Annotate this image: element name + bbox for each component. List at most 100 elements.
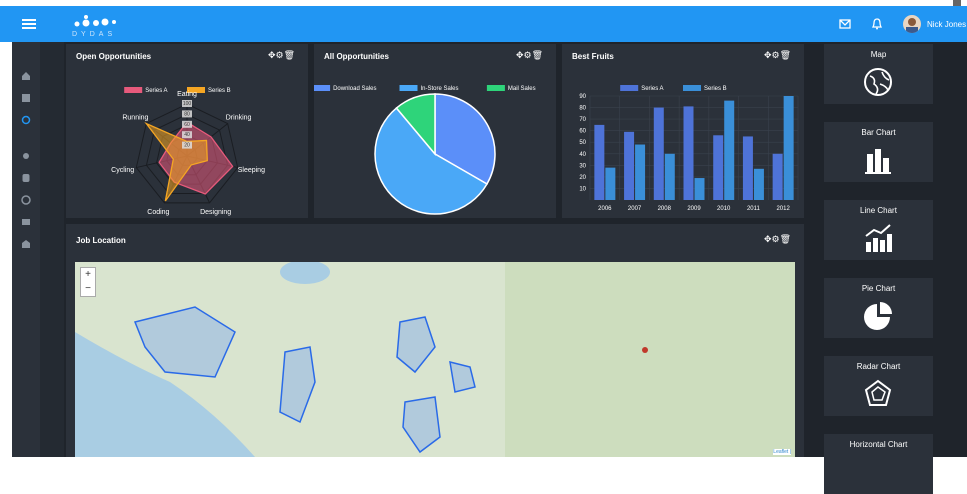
bar [683,106,694,200]
top-bar: DYDAS Nick Jones [0,6,967,42]
all-opportunities-panel: All Opportunities ✥⚙🗑 Download Sales In-S… [314,44,556,218]
avatar[interactable] [903,15,921,33]
bar [742,136,753,200]
line-chart-icon [865,224,892,252]
corner-icon [953,0,961,6]
bar [694,178,705,200]
radar-category-label: Running [122,114,148,121]
x-tick-label: 2008 [658,206,672,212]
database-icon[interactable] [20,172,32,184]
chart-palette: Map Bar Chart Line Chart Pie Chart Radar… [808,42,967,494]
legend-label: Series B [208,88,231,94]
card-horizontal-chart[interactable]: Horizontal Chart [824,434,933,494]
legend-swatch [683,85,701,91]
radar-tick-label: 60 [184,122,190,128]
legend-label: In-Store Sales [421,86,459,92]
card-map[interactable]: Map [824,44,933,104]
radar-category-label: Designing [200,209,231,216]
grid-icon[interactable] [20,92,32,104]
panel-title: Job Location [76,236,126,245]
y-tick-label: 10 [579,186,586,192]
radar-tick-label: 80 [184,111,190,117]
card-radar-chart[interactable]: Radar Chart [824,356,933,416]
legend-label: Series A [145,88,167,94]
x-tick-label: 2010 [717,206,731,212]
legend-label: Series A [641,86,663,92]
pie-chart: Download Sales In-Store Sales Mail Sales [314,85,536,215]
list-icon[interactable] [20,216,32,228]
bar [664,153,675,200]
radar-category-label: Drinking [226,114,252,121]
zoom-control: + − [80,267,96,297]
y-tick-label: 80 [579,106,586,112]
y-tick-label: 20 [579,175,586,181]
bar [605,167,616,200]
bar-chart: Series A Series B 10 20 30 40 50 60 70 80 90 2006 20… [579,85,799,212]
bar [635,144,646,200]
bell-icon[interactable] [870,17,884,31]
card-label: Pie Chart [861,284,896,293]
legend-label: Mail Sales [508,86,536,92]
x-tick-label: 2011 [747,206,761,212]
bar [713,135,724,200]
bar [653,107,664,200]
dashboard: Open Opportunities ✥⚙🗑 Series A Series BE… [64,42,808,457]
radar-chart: Series A Series B Eating Drinking Sleeping De… [111,87,265,216]
radar-tick-label: 100 [183,101,192,107]
map-terrain [75,262,795,457]
card-bar-chart[interactable]: Bar Chart [824,122,933,182]
x-tick-label: 2007 [628,206,642,212]
globe-icon [864,68,892,96]
y-tick-label: 50 [579,140,586,146]
open-opportunities-panel: Open Opportunities ✥⚙🗑 Series A Series BE… [66,44,308,218]
x-tick-label: 2006 [598,206,612,212]
user-name[interactable]: Nick Jones [927,20,966,29]
globe-nav-icon[interactable] [20,114,32,126]
x-tick-label: 2012 [776,206,790,212]
bar [594,124,605,200]
map-attribution[interactable]: Leaflet | [773,449,791,455]
card-label: Radar Chart [856,362,901,371]
radar-category-label: Cycling [111,167,134,174]
chart-icon[interactable] [20,194,32,206]
building-icon[interactable] [20,238,32,250]
logo[interactable]: DYDAS [72,14,122,42]
sidebar [12,42,40,457]
radar-category-label: Coding [147,209,169,216]
legend-swatch [620,85,639,91]
legend-swatch [399,85,418,91]
sidebar-gap [40,42,64,457]
legend-label: Download Sales [333,86,376,92]
radar-tick-label: 20 [184,143,190,149]
zoom-out-button[interactable]: − [81,282,95,296]
legend-swatch [124,87,143,93]
menu-icon[interactable] [22,19,36,29]
bar [724,100,735,200]
settings-icon[interactable] [20,150,32,162]
radar-category-label: Sleeping [238,167,265,174]
mail-icon[interactable] [838,17,852,31]
radar-chart-icon [864,379,892,406]
radar-tick-label: 40 [184,132,190,138]
card-line-chart[interactable]: Line Chart [824,200,933,260]
bar [783,96,794,200]
bar [772,153,783,200]
radar-category-label: Eating [177,91,197,98]
map[interactable]: + − Leaflet | [75,262,795,457]
legend-swatch [314,85,331,91]
logo-text: DYDAS [72,31,117,38]
y-tick-label: 40 [579,152,586,158]
card-pie-chart[interactable]: Pie Chart [824,278,933,338]
legend-label: Series B [704,86,727,92]
home-icon[interactable] [20,70,32,82]
best-fruits-panel: Best Fruits ✥⚙🗑 Series A Series B 10 20 30 40… [562,44,804,218]
card-label: Bar Chart [861,128,896,137]
legend-swatch [486,85,505,91]
card-label: Horizontal Chart [849,440,908,449]
zoom-in-button[interactable]: + [81,268,95,282]
x-tick-label: 2009 [687,206,701,212]
bar [624,131,635,200]
y-tick-label: 60 [579,129,586,135]
bar-chart-icon [865,149,891,174]
panel-tools[interactable]: ✥⚙🗑 [764,234,791,245]
